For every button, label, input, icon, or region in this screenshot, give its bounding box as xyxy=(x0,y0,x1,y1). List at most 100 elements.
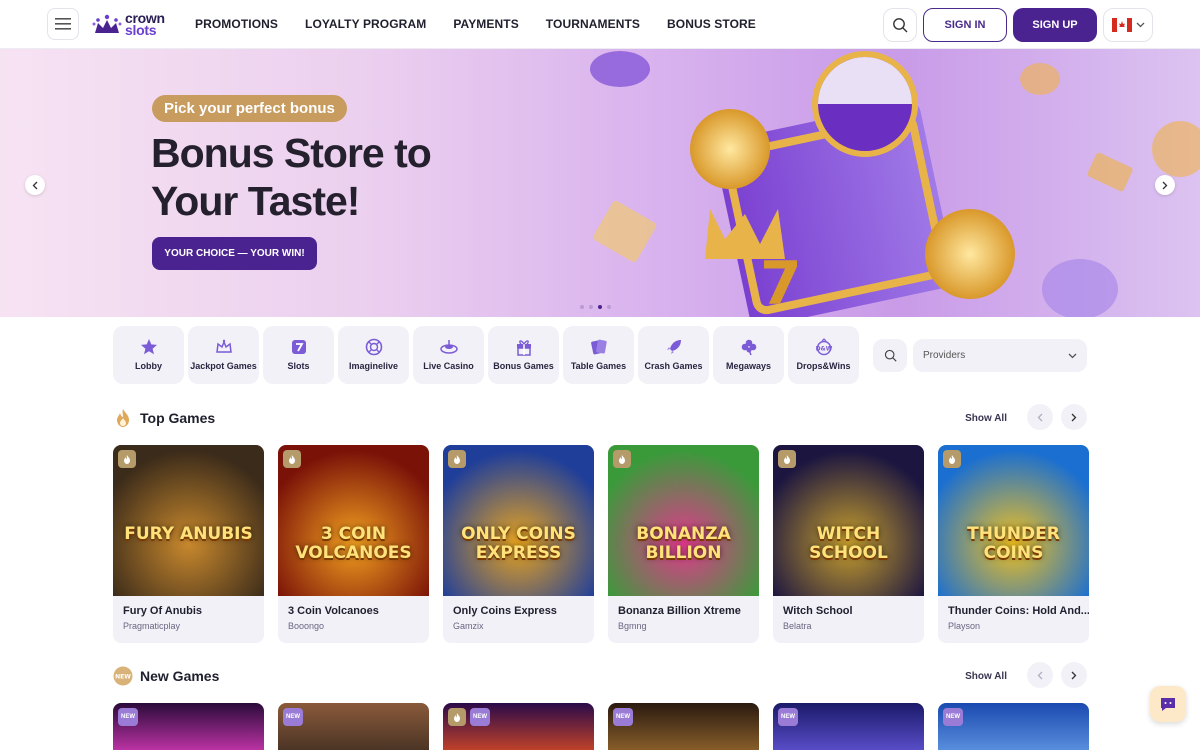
providers-dropdown[interactable]: Providers xyxy=(913,339,1087,372)
category-bonus-games[interactable]: Bonus Games xyxy=(488,326,559,384)
game-thumbnail[interactable]: FURY ANUBIS xyxy=(113,445,264,596)
new-game-card[interactable]: NEW xyxy=(443,703,594,750)
new-games-prev-button[interactable] xyxy=(1027,662,1053,688)
section-title: Top Games xyxy=(140,410,216,426)
game-thumbnail[interactable]: 3 COIN VOLCANOES xyxy=(278,445,429,596)
game-logo-art: ONLY COINS EXPRESS xyxy=(461,524,576,563)
game-thumbnail[interactable]: BONANZA BILLION xyxy=(608,445,759,596)
new-games-list: NEW NEW NEW NEW NEW NEW xyxy=(113,703,1089,750)
new-badge-icon: NEW xyxy=(113,666,133,686)
nav-payments[interactable]: PAYMENTS xyxy=(453,17,518,31)
crown-logo-icon xyxy=(92,14,122,33)
header-search-button[interactable] xyxy=(883,8,917,42)
game-name: 3 Coin Volcanoes xyxy=(288,605,379,617)
hero-cta-button[interactable]: YOUR CHOICE — YOUR WIN! xyxy=(152,237,317,270)
category-live-casino[interactable]: Live Casino xyxy=(413,326,484,384)
category-table-games[interactable]: Table Games xyxy=(563,326,634,384)
new-game-card[interactable]: NEW xyxy=(773,703,924,750)
site-header: crown slots PROMOTIONS LOYALTY PROGRAM P… xyxy=(0,0,1200,49)
clover-icon xyxy=(741,339,756,356)
category-jackpot-games[interactable]: Jackpot Games xyxy=(188,326,259,384)
new-tag: NEW xyxy=(778,708,798,726)
slide-dot[interactable] xyxy=(607,305,611,309)
category-label: Lobby xyxy=(135,361,162,371)
chip-icon xyxy=(365,338,382,356)
new-games-header: NEW New Games Show All xyxy=(113,662,1087,690)
nav-promotions[interactable]: PROMOTIONS xyxy=(195,17,278,31)
category-label: Table Games xyxy=(570,361,627,371)
hero-prev-button[interactable] xyxy=(25,175,45,195)
hot-tag-icon xyxy=(448,708,466,726)
show-all-link[interactable]: Show All xyxy=(965,413,1007,424)
drops-icon: D&W xyxy=(815,338,832,356)
game-thumbnail[interactable]: ONLY COINS EXPRESS xyxy=(443,445,594,596)
slide-dot[interactable] xyxy=(580,305,584,309)
game-provider: Playson xyxy=(948,621,981,631)
category-imaginelive[interactable]: Imaginelive xyxy=(338,326,409,384)
game-card[interactable]: BONANZA BILLION Bonanza Billion Xtreme Bgm… xyxy=(608,445,759,643)
new-tag: NEW xyxy=(470,708,490,726)
support-chat-button[interactable] xyxy=(1150,686,1186,722)
category-lobby[interactable]: Lobby xyxy=(113,326,184,384)
sign-up-button[interactable]: SIGN UP xyxy=(1013,8,1097,42)
game-card[interactable]: ONLY COINS EXPRESS Only Coins Express Gamz… xyxy=(443,445,594,643)
category-label: Megaways xyxy=(725,361,772,371)
nav-loyalty-program[interactable]: LOYALTY PROGRAM xyxy=(305,17,426,31)
game-card[interactable]: THUNDER COINS Thunder Coins: Hold And... P… xyxy=(938,445,1089,643)
game-provider: Belatra xyxy=(783,621,812,631)
game-card[interactable]: 3 COIN VOLCANOES 3 Coin Volcanoes Booongo xyxy=(278,445,429,643)
new-game-card[interactable]: NEW xyxy=(113,703,264,750)
top-games-next-button[interactable] xyxy=(1061,404,1087,430)
game-name: Thunder Coins: Hold And... xyxy=(948,605,1089,617)
language-selector[interactable] xyxy=(1103,8,1153,42)
new-game-card[interactable]: NEW xyxy=(278,703,429,750)
menu-button[interactable] xyxy=(47,8,79,40)
game-logo-art: 3 COIN VOLCANOES xyxy=(295,524,412,563)
game-search-button[interactable] xyxy=(873,339,907,372)
game-name: Witch School xyxy=(783,605,853,617)
top-games-prev-button[interactable] xyxy=(1027,404,1053,430)
gift-icon xyxy=(516,340,531,356)
hot-tag-icon xyxy=(943,450,961,468)
category-label: Slots xyxy=(287,361,310,371)
hero-title-line2: Your Taste! xyxy=(151,178,360,224)
chevron-left-icon xyxy=(1037,671,1043,679)
new-games-next-button[interactable] xyxy=(1061,662,1087,688)
hot-tag-icon xyxy=(118,450,136,468)
hero-banner[interactable]: 7 Pick your perfect bonus Bonus Store to… xyxy=(0,49,1200,317)
svg-text:D&W: D&W xyxy=(815,346,832,353)
new-game-card[interactable]: NEW xyxy=(938,703,1089,750)
game-thumbnail[interactable]: THUNDER COINS xyxy=(938,445,1089,596)
search-icon xyxy=(884,349,897,362)
category-megaways[interactable]: Megaways xyxy=(713,326,784,384)
game-name: Bonanza Billion Xtreme xyxy=(618,605,741,617)
chat-icon xyxy=(1161,698,1175,711)
sign-in-button[interactable]: SIGN IN xyxy=(923,8,1007,42)
logo[interactable]: crown slots xyxy=(92,10,165,38)
game-card[interactable]: WITCH SCHOOL Witch School Belatra xyxy=(773,445,924,643)
hot-tag-icon xyxy=(613,450,631,468)
hero-next-button[interactable] xyxy=(1155,175,1175,195)
chevron-right-icon xyxy=(1071,671,1077,679)
game-thumbnail[interactable]: WITCH SCHOOL xyxy=(773,445,924,596)
chevron-down-icon xyxy=(1068,353,1077,358)
category-crash-games[interactable]: Crash Games xyxy=(638,326,709,384)
roulette-icon xyxy=(439,340,458,354)
game-card[interactable]: FURY ANUBIS Fury Of Anubis Pragmaticplay xyxy=(113,445,264,643)
show-all-link[interactable]: Show All xyxy=(965,671,1007,682)
category-label: Jackpot Games xyxy=(190,361,257,371)
main-nav: PROMOTIONS LOYALTY PROGRAM PAYMENTS TOUR… xyxy=(195,0,756,48)
game-provider: Bgmng xyxy=(618,621,647,631)
nav-bonus-store[interactable]: BONUS STORE xyxy=(667,17,756,31)
category-label: Imaginelive xyxy=(348,361,399,371)
category-slots[interactable]: Slots xyxy=(263,326,334,384)
slide-dot[interactable] xyxy=(589,305,593,309)
new-game-card[interactable]: NEW xyxy=(608,703,759,750)
slide-dot-active[interactable] xyxy=(598,305,602,309)
hamburger-icon xyxy=(55,18,71,30)
game-name: Only Coins Express xyxy=(453,605,557,617)
nav-tournaments[interactable]: TOURNAMENTS xyxy=(546,17,640,31)
category-drops-wins[interactable]: D&W Drops&Wins xyxy=(788,326,859,384)
hero-title: Bonus Store to Your Taste! xyxy=(151,129,471,225)
new-tag: NEW xyxy=(283,708,303,726)
